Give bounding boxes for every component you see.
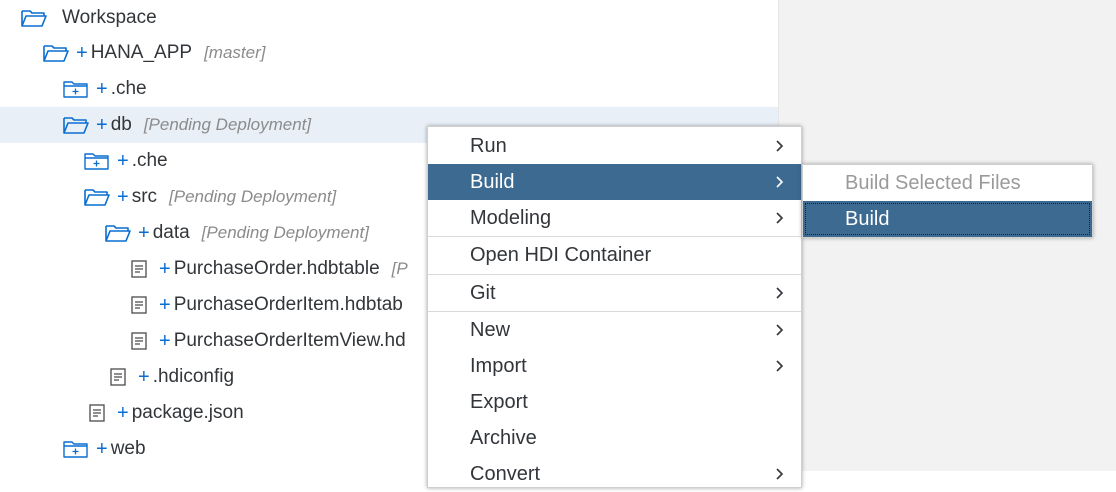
chevron-right-icon [776,140,784,152]
file-icon [125,257,153,281]
tree-row-hana-app[interactable]: + HANA_APP [master] [0,35,778,71]
plus-icon: + [159,257,171,280]
folder-closed-plus-icon [62,77,90,101]
chevron-right-icon [776,360,784,372]
build-submenu: Build Selected Files Build [802,164,1093,238]
folder-open-icon [83,185,111,209]
plus-icon: + [159,293,171,316]
plus-icon: + [117,401,129,424]
tree-row-label: HANA_APP [90,42,193,63]
chevron-right-icon [776,287,784,299]
menu-item-label: Run [470,134,507,157]
menu-item-convert[interactable]: Convert [428,456,801,492]
submenu-item-label: Build [845,207,890,230]
submenu-item-build-selected-files[interactable]: Build Selected Files [803,165,1092,201]
tree-row-label: db [110,114,132,135]
submenu-item-build[interactable]: Build [803,201,1092,237]
plus-icon: + [159,329,171,352]
tree-row-label: .che [110,78,147,99]
folder-open-icon [42,41,70,65]
deployment-status-tag: [Pending Deployment] [169,187,337,206]
deployment-status-tag: [P [391,259,408,278]
menu-item-open-hdi-container[interactable]: Open HDI Container [428,237,801,273]
menu-item-label: Build [470,170,515,193]
folder-open-icon [62,113,90,137]
plus-icon: + [117,185,129,208]
menu-item-import[interactable]: Import [428,348,801,384]
plus-icon: + [76,41,88,64]
menu-item-label: Open HDI Container [470,243,652,266]
context-menu: Run Build Modeling Open HDI Container Gi… [427,126,802,488]
menu-item-label: New [470,318,511,341]
menu-item-archive[interactable]: Archive [428,420,801,456]
chevron-right-icon [776,468,784,480]
tree-row-label: package.json [131,402,244,423]
plus-icon: + [96,77,108,100]
plus-icon: + [138,221,150,244]
tree-row-label: PurchaseOrder.hdbtable [173,258,380,279]
plus-icon: + [117,149,129,172]
menu-item-label: Convert [470,462,541,485]
tree-row-label: src [131,186,158,207]
chevron-right-icon [776,212,784,224]
menu-item-label: Git [470,281,496,304]
tree-row-label: Workspace [62,7,157,28]
deployment-status-tag: [Pending Deployment] [143,115,312,134]
menu-item-label: Export [470,390,528,413]
tree-row-label: .che [131,150,168,171]
plus-icon: + [96,113,108,136]
tree-row-label: .hdiconfig [152,366,235,387]
tree-row-label: web [110,438,146,459]
file-icon [125,293,153,317]
tree-row-label: PurchaseOrderItem.hdbtab [173,294,403,315]
menu-item-build[interactable]: Build [428,164,801,200]
folder-open-icon [104,221,132,245]
file-icon [83,401,111,425]
file-icon [125,329,153,353]
chevron-right-icon [776,324,784,336]
plus-icon: + [96,437,108,460]
menu-item-new[interactable]: New [428,312,801,348]
tree-row-label: data [152,222,190,243]
menu-item-label: Archive [470,426,537,449]
folder-closed-plus-icon [62,437,90,461]
menu-item-git[interactable]: Git [428,275,801,311]
folder-closed-plus-icon [83,149,111,173]
tree-row-workspace[interactable]: Workspace [0,0,778,36]
file-icon [104,365,132,389]
chevron-right-icon [776,176,784,188]
folder-open-icon [20,6,48,30]
deployment-status-tag: [Pending Deployment] [201,223,369,242]
menu-item-label: Modeling [470,206,552,229]
git-branch-tag: [master] [204,43,266,62]
tree-row-che[interactable]: + .che [0,71,778,107]
tree-row-label: PurchaseOrderItemView.hd [173,330,406,351]
plus-icon: + [138,365,150,388]
menu-item-run[interactable]: Run [428,128,801,164]
submenu-item-label: Build Selected Files [845,171,1021,194]
menu-item-modeling[interactable]: Modeling [428,200,801,236]
menu-item-export[interactable]: Export [428,384,801,420]
menu-item-label: Import [470,354,527,377]
